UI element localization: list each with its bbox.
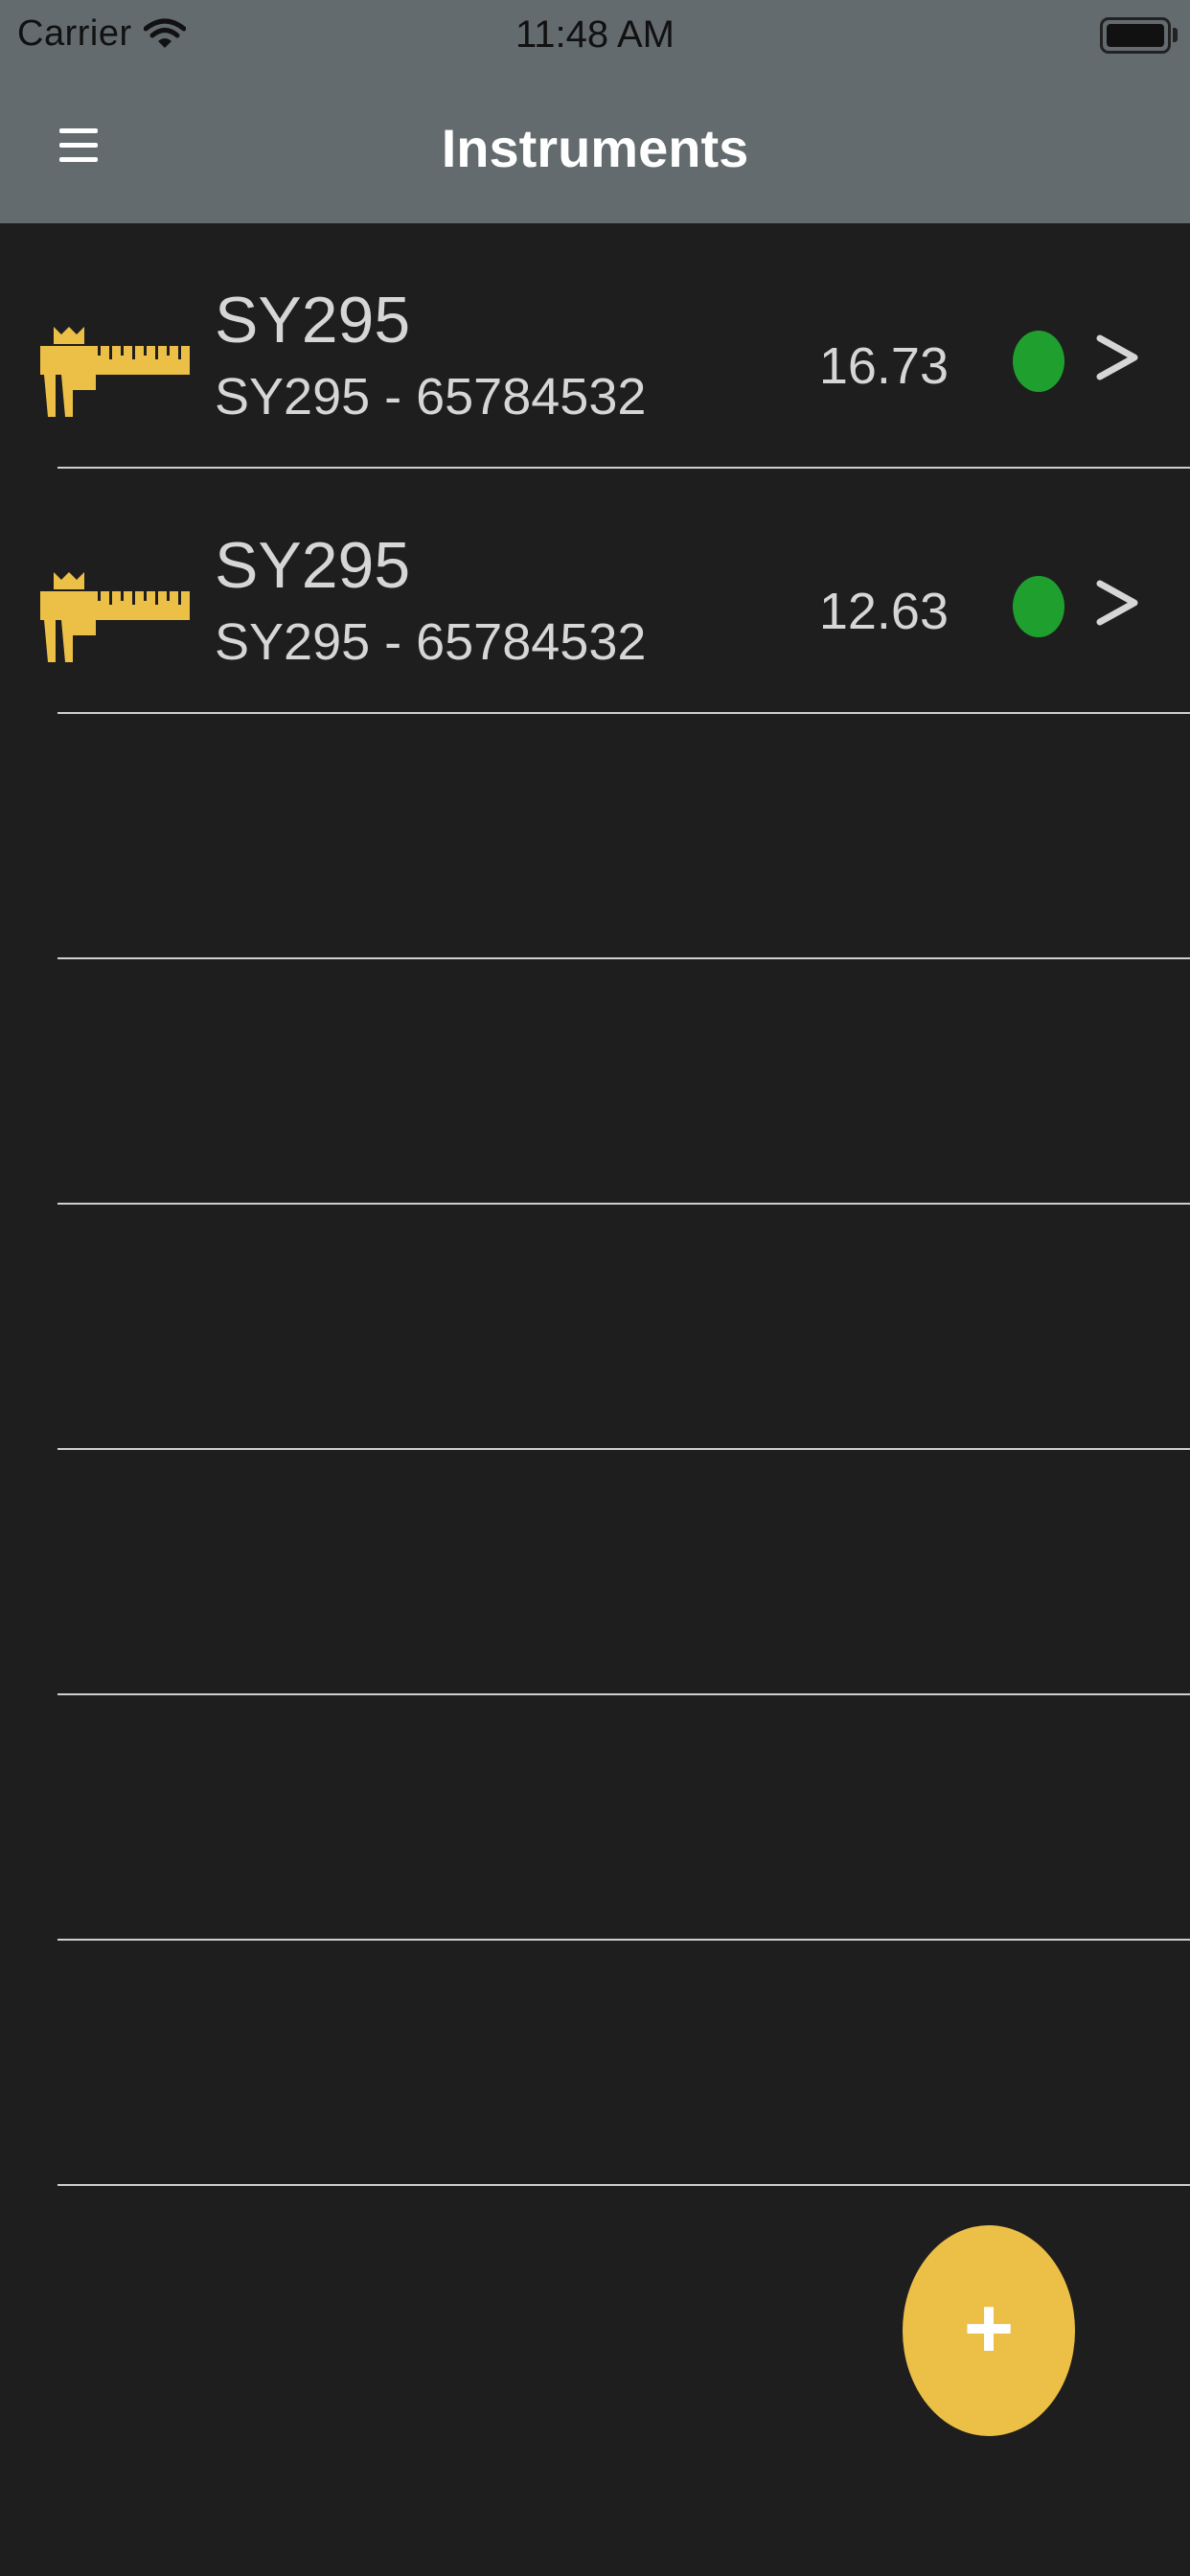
empty-list-row [0,1695,1190,1941]
caliper-icon [40,327,190,417]
empty-list-row [0,1205,1190,1450]
status-indicator-icon [1013,576,1064,637]
empty-list-row [0,959,1190,1205]
instrument-value: 12.63 [818,583,949,640]
empty-list-row [0,714,1190,959]
instrument-list: SY295 SY295 - 65784532 16.73 SY295 SY295… [0,223,1190,2186]
instrument-value: 16.73 [818,337,949,395]
instrument-name: SY295 [215,529,411,602]
instrument-serial: SY295 - 65784532 [215,368,647,426]
battery-icon [1100,17,1171,54]
status-bar: Carrier 11:48 AM [0,0,1190,72]
plus-icon: + [963,2281,1015,2377]
empty-list-row [0,1941,1190,2186]
caliper-icon [40,572,190,662]
navigation-bar: Instruments [0,72,1190,223]
chevron-right-icon[interactable] [1094,329,1142,390]
battery-level [1107,24,1164,47]
battery-cap [1173,28,1178,42]
instrument-row[interactable]: SY295 SY295 - 65784532 12.63 [0,469,1190,714]
add-instrument-button[interactable]: + [903,2225,1075,2436]
page-title: Instruments [441,118,749,178]
empty-list-row [0,1450,1190,1695]
chevron-right-icon[interactable] [1094,574,1142,635]
status-indicator-icon [1013,331,1064,392]
instrument-serial: SY295 - 65784532 [215,613,647,671]
instruments-screen: Carrier 11:48 AM Instruments SY295 SY295… [0,0,1190,2576]
instrument-row[interactable]: SY295 SY295 - 65784532 16.73 [0,223,1190,469]
status-time: 11:48 AM [515,13,675,56]
instrument-name: SY295 [215,284,411,356]
